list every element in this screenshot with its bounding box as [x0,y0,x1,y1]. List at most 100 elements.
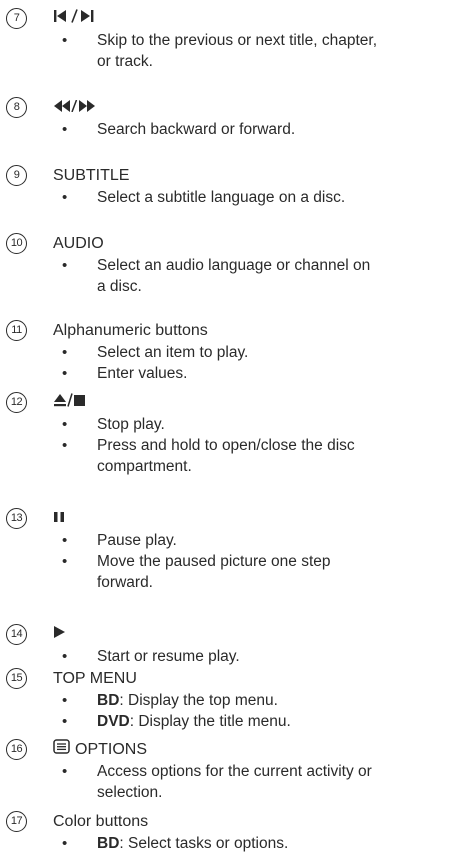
bullet-line: • Press and hold to open/close the disc [0,435,462,456]
entry-title-text: Alphanumeric buttons [53,322,208,339]
bullet-text: BD: Select tasks or options. [97,833,288,854]
item-number-badge: 12 [6,392,27,413]
bullet-line: • Select an item to play. [0,342,462,363]
bullet-text: Pause play. [97,530,177,551]
bullet-list: • BD: Display the top menu. • DVD: Display … [0,690,462,732]
bullet-dot: • [62,437,68,454]
item-number-badge: 16 [6,739,27,760]
bullet-text: BD: Display the top menu. [97,690,278,711]
bold-label: BD [97,692,120,709]
bullet-dot: • [62,344,68,361]
bullet-list: • Skip to the previous or next title, cha… [0,30,462,72]
entry-title [53,97,99,118]
bullet-list: • Select an audio language or channel on a… [0,255,462,297]
bullet-text: Search backward or forward. [97,119,295,140]
bullet-line: forward. [0,572,462,593]
bullet-line: • Select an audio language or channel on [0,255,462,276]
bullet-text: or track. [97,51,153,72]
bullet-text-body: Select an item to play. [97,344,249,361]
bullet-dot: • [62,416,68,433]
entry-title-text: SUBTITLE [53,167,130,184]
entry-title [53,624,67,645]
entry-title [53,8,99,29]
bullet-text: Press and hold to open/close the disc [97,435,355,456]
bullet-line: • Access options for the current activity… [0,761,462,782]
entry-title-text: TOP MENU [53,670,137,687]
bullet-text: compartment. [97,456,192,477]
bullet-text-body: Search backward or forward. [97,121,296,138]
bullet-line: or track. [0,51,462,72]
bullet-text: Stop play. [97,414,165,435]
item-number-badge: 11 [6,320,27,341]
bullet-dot: • [62,713,68,730]
bullet-line: selection. [0,782,462,803]
bullet-dot: • [62,692,68,709]
bullet-list: • BD: Select tasks or options. [0,833,462,854]
bullet-text: forward. [97,572,153,593]
bullet-list: • Start or resume play. [0,646,462,667]
bold-label: DVD [97,713,130,730]
bullet-line: • Skip to the previous or next title, cha… [0,30,462,51]
play-icon [53,624,67,645]
bullet-text: Enter values. [97,363,187,384]
item-number-badge: 7 [6,8,27,29]
bullet-text-body: Stop play. [97,416,165,433]
entry-title-text: Color buttons [53,813,149,830]
item-number-badge: 9 [6,165,27,186]
bullet-line: • Enter values. [0,363,462,384]
bullet-text: a disc. [97,276,142,297]
entry-title: AUDIO [53,233,104,254]
bullet-text-body: Enter values. [97,365,188,382]
bullet-dot: • [62,121,68,138]
bullet-text-body: Select a subtitle language on a disc. [97,189,346,206]
entry-title: TOP MENU [53,668,137,689]
entry-title [53,508,67,529]
bullet-dot: • [62,189,68,206]
pause-icon [53,508,67,529]
eject-stop-icon [53,392,89,413]
options-icon [53,739,70,760]
search-backward-forward-icon [53,97,99,118]
bullet-text: Select a subtitle language on a disc. [97,187,345,208]
item-number-badge: 13 [6,508,27,529]
entry-title: OPTIONS [53,739,147,760]
entry-title [53,392,89,413]
item-number-badge: 14 [6,624,27,645]
bullet-text: selection. [97,782,162,803]
bullet-list: • Access options for the current activity… [0,761,462,803]
bullet-text-body: forward. [97,574,153,591]
item-number-badge: 8 [6,97,27,118]
bullet-list: • Stop play. • Press and hold to open/close… [0,414,462,477]
bullet-text: Select an item to play. [97,342,248,363]
entry-title: SUBTITLE [53,165,129,186]
item-number-badge: 10 [6,233,27,254]
bullet-text: DVD: Display the title menu. [97,711,291,732]
bullet-text-body: a disc. [97,278,142,295]
bullet-text-body: Move the paused picture one step [97,553,331,570]
item-number-badge: 15 [6,668,27,689]
manual-page: 7 • Skip to the previous or next title, ch… [0,0,462,867]
bullet-dot: • [62,532,68,549]
entry-title-text: AUDIO [53,235,104,252]
item-number-badge: 17 [6,811,27,832]
bullet-text-body: Select an audio language or channel on [97,257,371,274]
bullet-line: • Pause play. [0,530,462,551]
bullet-line: • Start or resume play. [0,646,462,667]
bullet-text: Start or resume play. [97,646,240,667]
bullet-list: • Select a subtitle language on a disc. [0,187,462,208]
bullet-dot: • [62,365,68,382]
bold-label: BD [97,835,120,852]
bullet-text-body: Pause play. [97,532,177,549]
bullet-line: • BD: Display the top menu. [0,690,462,711]
bullet-line: • Select a subtitle language on a disc. [0,187,462,208]
bullet-text-body: or track. [97,53,153,70]
bullet-dot: • [62,553,68,570]
bullet-dot: • [62,648,68,665]
bullet-text: Move the paused picture one step [97,551,331,572]
bullet-line: • Search backward or forward. [0,119,462,140]
bullet-list: • Select an item to play. • Enter values. [0,342,462,384]
bullet-text-body: compartment. [97,458,192,475]
bullet-text-body: : Select tasks or options. [119,835,289,852]
entry-title: Color buttons [53,811,148,832]
entry-title: Alphanumeric buttons [53,320,208,341]
